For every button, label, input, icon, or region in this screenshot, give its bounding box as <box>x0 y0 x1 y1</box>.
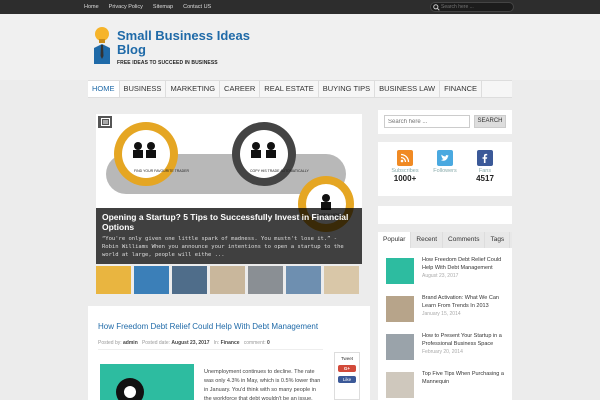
facebook-like-button[interactable]: Like <box>338 376 356 383</box>
tweet-button[interactable]: Tweet <box>341 356 353 361</box>
tab-bar: Popular Recent Comments Tags <box>378 232 512 248</box>
slide-title[interactable]: Opening a Startup? 5 Tips to Successfull… <box>102 212 356 232</box>
meta-date-label: Posted date: <box>141 340 171 346</box>
meta-comment-count[interactable]: 0 <box>267 340 270 346</box>
thumbnail[interactable] <box>134 266 169 294</box>
list-item[interactable]: How to Present Your Startup in a Profess… <box>386 332 508 364</box>
social-twitter-label: Followers <box>433 168 457 174</box>
site-title[interactable]: Small Business Ideas Blog <box>117 29 257 57</box>
logo-icon[interactable] <box>90 26 114 66</box>
post-thumbnail[interactable] <box>386 258 414 284</box>
top-nav-privacy[interactable]: Privacy Policy <box>109 0 143 14</box>
thumbnail[interactable] <box>172 266 207 294</box>
top-search-input[interactable] <box>441 4 511 10</box>
thumbnail[interactable] <box>286 266 321 294</box>
meta-in-label: In: <box>213 340 220 346</box>
social-rss-count: 1000+ <box>393 174 417 183</box>
article-icon <box>98 116 112 128</box>
tab-popular[interactable]: Popular <box>378 232 412 248</box>
social-twitter[interactable]: Followers <box>430 150 460 174</box>
thumbnail[interactable] <box>248 266 283 294</box>
facebook-icon <box>477 150 493 166</box>
nav-finance[interactable]: FINANCE <box>440 81 483 97</box>
thumbnail[interactable] <box>96 266 131 294</box>
social-facebook[interactable]: Fans 4517 <box>470 150 500 183</box>
post-image[interactable] <box>100 364 194 400</box>
featured-slider[interactable]: FIND YOUR FAVOURITE TRADER COPY HIS TRAD… <box>96 114 362 264</box>
post-title[interactable]: How Freedom Debt Relief Could Help With … <box>98 322 318 331</box>
post-meta: Posted by: admin Posted date: August 23,… <box>98 340 323 350</box>
social-rss[interactable]: Subscribes 1000+ <box>390 150 420 183</box>
post-excerpt: Unemployment continues to decline. The r… <box>204 369 321 400</box>
thumbnail[interactable] <box>210 266 245 294</box>
list-item-title[interactable]: How Freedom Debt Relief Could Help With … <box>422 256 512 272</box>
twitter-icon <box>437 150 453 166</box>
list-item[interactable]: How Freedom Debt Relief Could Help With … <box>386 256 508 288</box>
list-item-date: January 15, 2014 <box>422 311 461 317</box>
post-card: How Freedom Debt Relief Could Help With … <box>88 306 370 400</box>
nav-career[interactable]: CAREER <box>220 81 261 97</box>
meta-posted-by-label: Posted by: <box>98 340 122 346</box>
nav-home[interactable]: HOME <box>88 81 120 97</box>
search-icon[interactable] <box>431 2 441 12</box>
list-item[interactable]: Brand Activation: What We Can Learn From… <box>386 294 508 326</box>
slide-excerpt: “You're only given one little spark of m… <box>102 236 344 258</box>
social-facebook-count: 4517 <box>476 174 494 183</box>
top-nav: Home Privacy Policy Sitemap Contact US <box>84 0 221 14</box>
tab-comments[interactable]: Comments <box>443 232 486 248</box>
sidebar-widget-empty <box>378 206 512 224</box>
top-nav-home[interactable]: Home <box>84 0 99 14</box>
post-thumbnail[interactable] <box>386 334 414 360</box>
nav-business-law[interactable]: BUSINESS LAW <box>375 81 441 97</box>
sidebar-search: SEARCH <box>378 110 512 134</box>
search-button[interactable]: SEARCH <box>474 115 506 128</box>
top-nav-contact[interactable]: Contact US <box>183 0 211 14</box>
site-tagline: FREE IDEAS TO SUCCEED IN BUSINESS <box>117 60 218 66</box>
meta-comment-label: comment: <box>243 340 266 346</box>
slider-thumbnails <box>96 266 362 298</box>
nav-marketing[interactable]: MARKETING <box>166 81 221 97</box>
share-box: Tweet G+ Like <box>334 352 360 400</box>
post-thumbnail[interactable] <box>386 372 414 398</box>
top-nav-sitemap[interactable]: Sitemap <box>153 0 173 14</box>
sidebar-tabs: Popular Recent Comments Tags How Freedom… <box>378 232 512 400</box>
meta-date: August 23, 2017 <box>171 340 210 346</box>
top-bar: Home Privacy Policy Sitemap Contact US <box>0 0 600 14</box>
meta-category[interactable]: Finance <box>221 340 240 346</box>
tab-tags[interactable]: Tags <box>485 232 511 248</box>
sidebar-search-input[interactable] <box>384 115 470 128</box>
thumbnail[interactable] <box>324 266 359 294</box>
nav-business[interactable]: BUSINESS <box>120 81 167 97</box>
list-item-title[interactable]: How to Present Your Startup in a Profess… <box>422 332 512 348</box>
list-item-title[interactable]: Top Five Tips When Purchasing a Mannequi… <box>422 370 512 386</box>
tab-recent[interactable]: Recent <box>411 232 444 248</box>
rss-icon <box>397 150 413 166</box>
slide-caption: Opening a Startup? 5 Tips to Successfull… <box>96 208 362 264</box>
main-nav: HOME BUSINESS MARKETING CAREER REAL ESTA… <box>88 80 512 98</box>
diagram-label-1: FIND YOUR FAVOURITE TRADER <box>134 169 190 173</box>
diagram-label-2: COPY HIS TRADE AUTOMATICALLY <box>250 169 309 173</box>
list-item-date: August 23, 2017 <box>422 273 459 279</box>
nav-buying-tips[interactable]: BUYING TIPS <box>319 81 376 97</box>
social-counters: Subscribes 1000+ Followers Fans 4517 <box>378 142 512 196</box>
gplus-button[interactable]: G+ <box>338 365 356 372</box>
meta-author[interactable]: admin <box>123 340 138 346</box>
post-thumbnail[interactable] <box>386 296 414 322</box>
top-search <box>430 2 514 12</box>
list-item-title[interactable]: Brand Activation: What We Can Learn From… <box>422 294 512 310</box>
list-item[interactable]: Top Five Tips When Purchasing a Mannequi… <box>386 370 508 400</box>
list-item-date: February 20, 2014 <box>422 349 463 355</box>
nav-real-estate[interactable]: REAL ESTATE <box>260 81 319 97</box>
